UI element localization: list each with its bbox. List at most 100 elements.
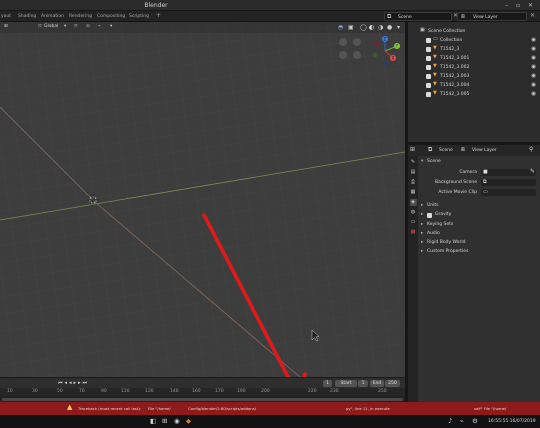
transform-orientation-dropdown[interactable]: Global [44, 24, 58, 29]
window-controls[interactable]: – ▫ ✕ [505, 2, 536, 9]
rendered-shading-icon[interactable]: ● [387, 24, 392, 31]
visibility-eye-icon[interactable]: ◉ [531, 37, 536, 43]
tray-network-icon[interactable]: ⌁ [460, 417, 464, 425]
xray-toggle-icon[interactable]: ▣ [348, 24, 354, 31]
exclude-checkbox[interactable] [426, 55, 431, 61]
playback-controls[interactable]: ⏮◂◂▸▸⏭ [58, 380, 89, 386]
visibility-eye-icon[interactable]: ◉ [531, 55, 536, 61]
solid-shading-icon[interactable]: ◐ [369, 24, 374, 31]
outliner-row-object[interactable]: ▼ T1542_3.002 ◉ [408, 63, 540, 72]
end-frame-value[interactable]: 250 [385, 380, 400, 387]
exclude-checkbox[interactable] [426, 82, 431, 88]
rigid-body-world-expand-icon[interactable]: ▸ [421, 240, 423, 245]
visibility-eye-icon[interactable]: ◉ [531, 46, 536, 52]
end-frame-label-field[interactable]: End [370, 380, 384, 387]
status-message-file-2: self" File "/home/ [474, 406, 507, 411]
keying-sets-panel-label[interactable]: Keying Sets [427, 222, 453, 227]
orientation-chevron-icon[interactable]: ▾ [64, 24, 66, 29]
output-tab-icon[interactable]: ⎙ [410, 179, 417, 186]
pivot-icon[interactable]: ⤧ [74, 24, 78, 30]
ruler-tick: 160 [192, 389, 201, 394]
proportional-chevron-icon[interactable]: ▾ [110, 24, 112, 29]
workspace-tab-layout[interactable]: yout [1, 14, 11, 19]
exclude-checkbox[interactable] [426, 73, 431, 79]
scene-panel-expand-icon[interactable]: ▾ [421, 159, 423, 164]
view-layer-tab-icon[interactable]: ▦ [410, 189, 417, 196]
outliner-row-object[interactable]: ▼ T1542_3 ◉ [408, 45, 540, 54]
units-panel-label[interactable]: Units [427, 203, 439, 208]
exclude-checkbox[interactable] [426, 37, 431, 43]
visibility-eye-icon[interactable]: ◉ [531, 82, 536, 88]
camera-view-icon[interactable] [339, 51, 347, 59]
workspace-tab-scripting[interactable]: Scripting [129, 14, 149, 19]
scene-panel-title[interactable]: Scene [427, 159, 441, 164]
material-shading-icon[interactable]: ◑ [378, 24, 383, 31]
scene-selector[interactable]: ⧉ Scene [384, 12, 452, 21]
audio-expand-icon[interactable]: ▸ [421, 231, 423, 236]
gravity-panel-label[interactable]: Gravity [435, 212, 451, 217]
workspace-tab-rendering[interactable]: Rendering [69, 14, 92, 19]
scene-tab-icon[interactable]: ◈ [409, 199, 417, 206]
exclude-checkbox[interactable] [426, 46, 431, 52]
audio-panel-label[interactable]: Audio [427, 231, 440, 236]
viewport-overlays-icon[interactable]: ◓ [338, 24, 343, 31]
background-scene-field[interactable]: ⧉ [481, 179, 536, 186]
camera-field[interactable]: ■ [481, 169, 536, 176]
outliner-row-scene-collection[interactable]: ▣ Scene Collection [408, 27, 540, 36]
current-frame-field[interactable]: 1 [323, 380, 332, 387]
visibility-eye-icon[interactable]: ◉ [531, 64, 536, 70]
custom-properties-expand-icon[interactable]: ▸ [421, 249, 423, 254]
pin-icon[interactable]: ⚲ [529, 146, 533, 153]
units-expand-icon[interactable]: ▸ [421, 203, 423, 208]
visibility-eye-icon[interactable]: ◉ [531, 91, 536, 97]
perspective-grid-icon[interactable] [353, 51, 361, 59]
workspace-tab-animation[interactable]: Animation [41, 14, 64, 19]
visibility-eye-icon[interactable]: ◉ [531, 73, 536, 79]
timeline-scrollbar-thumb[interactable] [2, 397, 403, 401]
exclude-checkbox[interactable] [426, 91, 431, 97]
blender-app-icon[interactable]: ◆ [186, 417, 191, 425]
ruler-tick: 200 [261, 389, 270, 394]
zoom-icon[interactable] [339, 38, 347, 46]
exclude-checkbox[interactable] [426, 64, 431, 70]
outliner-row-object[interactable]: ▼ T1542_3.005 ◉ [408, 90, 540, 99]
gravity-expand-icon[interactable]: ▸ [421, 212, 423, 217]
app-launcher-icon[interactable]: ◧ [150, 417, 156, 425]
file-manager-icon[interactable]: ⊞ [162, 417, 167, 425]
shading-options-chevron-icon[interactable]: ▾ [397, 24, 400, 31]
start-frame-value[interactable]: 1 [358, 380, 368, 387]
tool-tab-icon[interactable]: ✎ [410, 159, 417, 166]
outliner-row-object[interactable]: ▼ T1542_3.001 ◉ [408, 54, 540, 63]
editor-type-icon[interactable]: ⊞ [410, 146, 415, 153]
gravity-checkbox[interactable] [427, 212, 432, 218]
close-view-layer-icon[interactable]: ✕ [530, 12, 535, 19]
outliner-row-object[interactable]: ▼ T1542_3.003 ◉ [408, 72, 540, 81]
active-movie-clip-field[interactable]: ▭ [481, 189, 536, 196]
ruler-tick: 10 [7, 389, 13, 394]
collection-tab-icon[interactable]: ▭ [410, 219, 417, 226]
custom-properties-panel-label[interactable]: Custom Properties [427, 249, 468, 254]
pan-hand-icon[interactable] [353, 38, 361, 46]
world-tab-icon[interactable]: ◍ [410, 209, 417, 216]
eyedropper-icon[interactable]: ✎ [530, 168, 535, 175]
wireframe-shading-icon[interactable]: ◯ [360, 24, 367, 31]
add-workspace-button[interactable]: + [156, 12, 161, 19]
3d-viewport[interactable]: ⊞ ⤧ Global ▾ ⤧ ⊙ ⌁ ▾ ◓ ▣ ◯ ◐ ◑ ● ▾ Z Y X [0, 22, 405, 377]
tray-settings-icon[interactable]: ⚙ [472, 417, 478, 425]
start-frame-label-field[interactable]: Start [335, 380, 357, 387]
rigid-body-world-panel-label[interactable]: Rigid Body World [427, 240, 465, 245]
keying-sets-expand-icon[interactable]: ▸ [421, 222, 423, 227]
outliner-row-collection[interactable]: ▭ Collection ◉ [408, 36, 540, 45]
texture-tab-icon[interactable]: ▩ [410, 229, 417, 236]
editor-type-icon[interactable]: ⊞ [4, 24, 8, 29]
view-layer-selector[interactable]: ⧈ View Layer [457, 12, 527, 21]
proportional-edit-icon[interactable]: ⌁ [98, 24, 101, 29]
workspace-tab-shading[interactable]: Shading [18, 14, 36, 19]
render-tab-icon[interactable]: ▤ [410, 169, 417, 176]
workspace-tab-compositing[interactable]: Compositing [97, 14, 125, 19]
outliner-row-object[interactable]: ▼ T1542_3.004 ◉ [408, 81, 540, 90]
tray-audio-icon[interactable]: ♪ [448, 417, 452, 425]
snap-icon[interactable]: ⊙ [86, 24, 90, 29]
browser-icon[interactable]: ◉ [174, 417, 180, 425]
navigation-gizmo[interactable]: Z Y X [368, 34, 402, 68]
